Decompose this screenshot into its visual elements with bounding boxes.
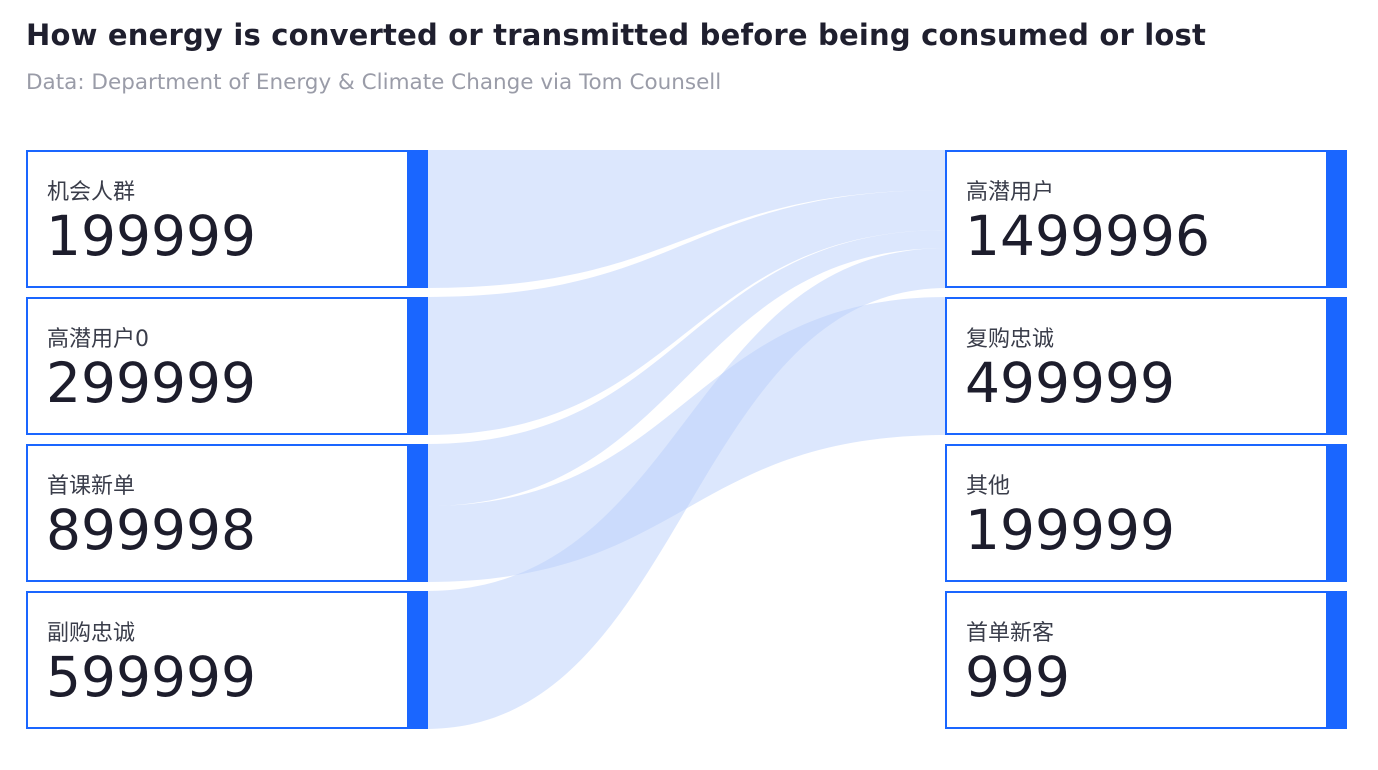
right-node-label: 复购忠诚: [966, 327, 1055, 352]
left-node-value: 599999: [46, 645, 256, 709]
left-node-label: 机会人群: [47, 180, 136, 205]
right-node-value: 499999: [965, 351, 1175, 415]
right-node-3[interactable]: 首单新客 999: [945, 591, 1347, 729]
left-node-bar: [407, 299, 426, 433]
left-node-bar: [407, 152, 426, 286]
left-node-label: 高潜用户0: [47, 327, 149, 352]
right-node-bar: [1326, 593, 1345, 727]
right-node-bar: [1326, 446, 1345, 580]
right-node-bar: [1326, 299, 1345, 433]
left-node-2[interactable]: 首课新单 899998: [26, 444, 428, 582]
right-node-label: 其他: [966, 474, 1011, 499]
left-node-value: 199999: [46, 204, 256, 268]
left-node-bar: [407, 446, 426, 580]
left-node-value: 899998: [46, 498, 256, 562]
left-node-3[interactable]: 副购忠诚 599999: [26, 591, 428, 729]
left-node-bar: [407, 593, 426, 727]
right-node-value: 1499996: [965, 204, 1210, 268]
left-node-1[interactable]: 高潜用户0 299999: [26, 297, 428, 435]
right-node-value: 199999: [965, 498, 1175, 562]
left-node-label: 首课新单: [47, 474, 136, 499]
right-node-1[interactable]: 复购忠诚 499999: [945, 297, 1347, 435]
left-node-label: 副购忠诚: [47, 621, 136, 646]
right-node-value: 999: [965, 645, 1070, 709]
left-node-0[interactable]: 机会人群 199999: [26, 150, 428, 288]
right-node-0[interactable]: 高潜用户 1499996: [945, 150, 1347, 288]
right-node-label: 首单新客: [966, 621, 1055, 646]
right-node-2[interactable]: 其他 199999: [945, 444, 1347, 582]
right-node-bar: [1326, 152, 1345, 286]
right-node-label: 高潜用户: [966, 180, 1055, 205]
left-node-value: 299999: [46, 351, 256, 415]
